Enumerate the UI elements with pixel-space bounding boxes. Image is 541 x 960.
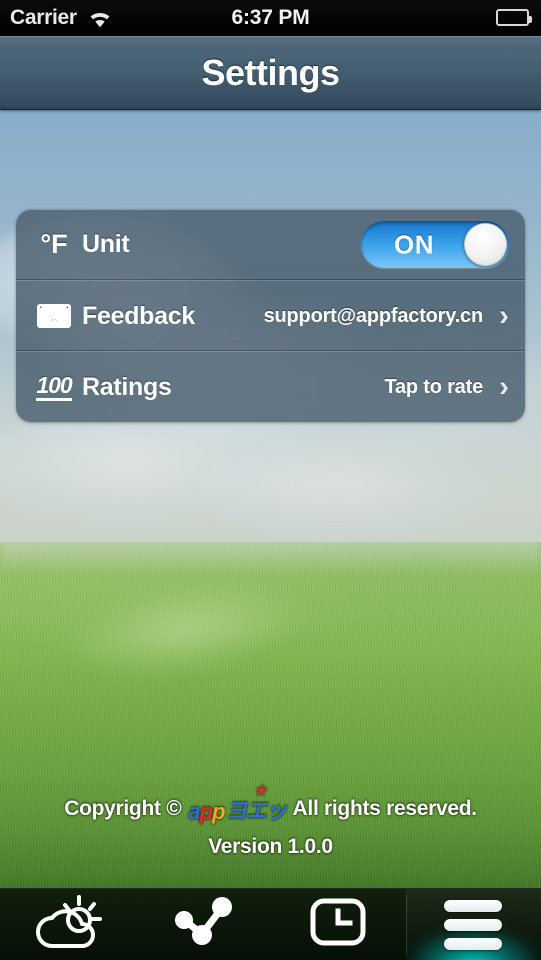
chevron-right-icon: › xyxy=(499,370,509,403)
ratings-label: Ratings xyxy=(82,372,172,401)
toggle-on-label: ON xyxy=(394,229,434,259)
feedback-email-value: support@appfactory.cn xyxy=(263,304,484,327)
feedback-label: Feedback xyxy=(82,301,195,330)
page-title: Settings xyxy=(201,51,340,93)
battery-full-icon xyxy=(496,9,532,26)
copyright-line: Copyright © ★ a p p ヨエッ All rights reser… xyxy=(0,782,541,825)
ratings-value: Tap to rate xyxy=(384,375,483,398)
partly-cloudy-icon xyxy=(32,893,104,956)
copyright-prefix: Copyright © xyxy=(64,797,182,820)
tab-weather[interactable] xyxy=(0,889,135,960)
footer: Copyright © ★ a p p ヨエッ All rights reser… xyxy=(0,782,541,859)
star-icon: ★ xyxy=(253,782,267,798)
hundred-points-icon: 100 xyxy=(32,373,76,402)
tab-menu[interactable] xyxy=(405,889,541,960)
tab-bar xyxy=(0,888,541,960)
degree-fahrenheit-icon: °F xyxy=(40,229,68,259)
copyright-suffix: All rights reserved. xyxy=(292,797,478,820)
settings-row-feedback[interactable]: Feedback support@appfactory.cn › xyxy=(16,279,525,351)
app-screen: Carrier 6:37 PM Settings °F Unit ON Feed… xyxy=(0,0,541,960)
share-nodes-icon xyxy=(172,894,234,955)
tab-trend[interactable] xyxy=(135,889,270,960)
navigation-bar: Settings xyxy=(0,36,541,110)
tab-widget[interactable] xyxy=(271,889,406,960)
clock-label: 6:37 PM xyxy=(231,6,310,29)
appfair-logo: ★ a p p ヨエッ xyxy=(188,782,287,824)
envelope-icon xyxy=(32,304,76,328)
chevron-right-icon: › xyxy=(499,299,509,332)
toggle-knob[interactable] xyxy=(464,223,507,266)
clock-widget-icon xyxy=(309,897,367,952)
settings-row-ratings[interactable]: 100 Ratings Tap to rate › xyxy=(16,350,525,422)
status-bar: Carrier 6:37 PM xyxy=(0,0,541,36)
settings-panel: °F Unit ON Feedback support@appfactory.c… xyxy=(16,209,525,422)
version-label: Version 1.0.0 xyxy=(208,835,333,858)
settings-row-unit[interactable]: °F Unit ON xyxy=(16,209,525,280)
unit-label: Unit xyxy=(82,230,130,258)
unit-toggle-switch[interactable]: ON xyxy=(361,221,509,268)
hamburger-menu-icon xyxy=(444,899,503,950)
